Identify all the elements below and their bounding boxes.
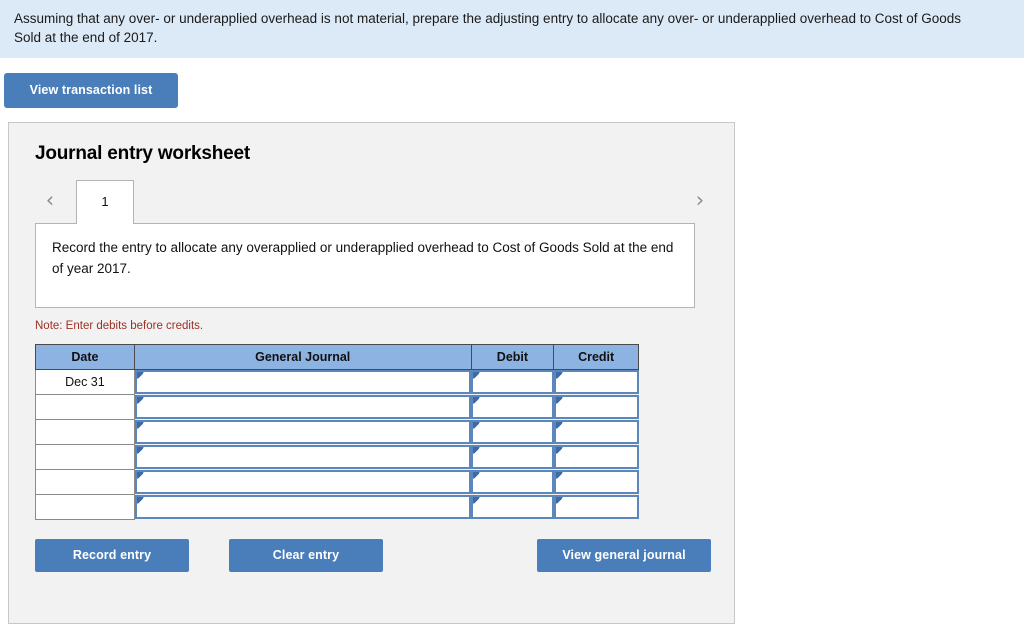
worksheet-tabstrip: ‹ 1 › (9, 179, 734, 224)
credit-field-row-4[interactable] (553, 444, 639, 469)
table-row (35, 394, 639, 420)
debit-input-row-5[interactable] (471, 469, 554, 495)
worksheet-actions: Record entry Clear entry View general jo… (35, 539, 711, 573)
record-entry-button[interactable]: Record entry (35, 539, 189, 572)
credit-input-row-5[interactable] (553, 469, 639, 495)
table-row (35, 494, 639, 520)
date-cell-row-5[interactable] (35, 469, 135, 495)
prev-entry-chevron-icon[interactable]: ‹ (39, 188, 61, 213)
date-cell-row-4[interactable] (35, 444, 135, 470)
journal-entry-worksheet-panel: Journal entry worksheet ‹ 1 › Record the… (8, 121, 735, 624)
tab-entry-1[interactable]: 1 (76, 179, 134, 224)
credit-input-row-1[interactable] (553, 369, 639, 395)
table-row (35, 419, 639, 445)
entry-description-box: Record the entry to allocate any overapp… (35, 222, 695, 308)
journal-entry-table: Date General Journal Debit Credit Dec 31 (35, 343, 639, 520)
column-header-debit: Debit (470, 343, 555, 370)
credit-input-row-6[interactable] (553, 494, 639, 520)
debit-input-row-4[interactable] (471, 444, 554, 470)
date-cell-row-2[interactable] (35, 394, 135, 420)
top-toolbar: View transaction list (0, 58, 1024, 108)
view-transaction-list-button[interactable]: View transaction list (4, 73, 178, 108)
credit-field-row-2[interactable] (553, 394, 639, 419)
table-row: Dec 31 (35, 368, 639, 395)
debit-field-row-1[interactable] (471, 369, 554, 394)
account-dropdown-row-6[interactable] (134, 494, 472, 519)
debit-field-row-5[interactable] (471, 469, 554, 494)
general-journal-input-row-6[interactable] (134, 494, 472, 520)
credit-input-row-4[interactable] (553, 444, 639, 470)
view-general-journal-button[interactable]: View general journal (537, 539, 711, 572)
worksheet-title: Journal entry worksheet (35, 142, 251, 164)
instruction-banner: Assuming that any over- or underapplied … (0, 0, 1024, 58)
credit-field-row-3[interactable] (553, 419, 639, 444)
debit-input-row-1[interactable] (471, 369, 554, 395)
table-row (35, 469, 639, 495)
account-dropdown-row-2[interactable] (134, 394, 472, 419)
general-journal-input-row-4[interactable] (134, 444, 472, 470)
debit-field-row-3[interactable] (471, 419, 554, 444)
debit-input-row-3[interactable] (471, 419, 554, 445)
credit-field-row-5[interactable] (553, 469, 639, 494)
credit-input-row-3[interactable] (553, 419, 639, 445)
credit-field-row-1[interactable] (553, 369, 639, 394)
credit-field-row-6[interactable] (553, 494, 639, 519)
entry-description-text: Record the entry to allocate any overapp… (52, 239, 674, 276)
account-dropdown-row-4[interactable] (134, 444, 472, 469)
column-header-credit: Credit (553, 343, 639, 370)
instruction-text: Assuming that any over- or underapplied … (14, 11, 962, 45)
account-dropdown-row-3[interactable] (134, 419, 472, 444)
debits-before-credits-note: Note: Enter debits before credits. (35, 319, 204, 332)
general-journal-input-row-3[interactable] (134, 419, 472, 445)
date-cell-row-3[interactable] (35, 419, 135, 445)
account-dropdown-row-5[interactable] (134, 469, 472, 494)
table-row (35, 444, 639, 470)
general-journal-input-row-5[interactable] (134, 469, 472, 495)
table-header-row: Date General Journal Debit Credit (35, 343, 639, 370)
debit-field-row-4[interactable] (471, 444, 554, 469)
debit-input-row-6[interactable] (471, 494, 554, 520)
clear-entry-button[interactable]: Clear entry (229, 539, 383, 572)
account-dropdown-row-1[interactable] (134, 369, 472, 394)
date-cell-row-6[interactable] (35, 494, 135, 520)
credit-input-row-2[interactable] (553, 394, 639, 420)
column-header-general-journal: General Journal (133, 343, 472, 370)
general-journal-input-row-1[interactable] (134, 369, 472, 395)
next-entry-chevron-icon[interactable]: › (689, 188, 711, 213)
debit-input-row-2[interactable] (471, 394, 554, 420)
date-cell-row-1[interactable]: Dec 31 (35, 368, 135, 395)
debit-field-row-2[interactable] (471, 394, 554, 419)
column-header-date: Date (35, 343, 135, 370)
debit-field-row-6[interactable] (471, 494, 554, 519)
general-journal-input-row-2[interactable] (134, 394, 472, 420)
